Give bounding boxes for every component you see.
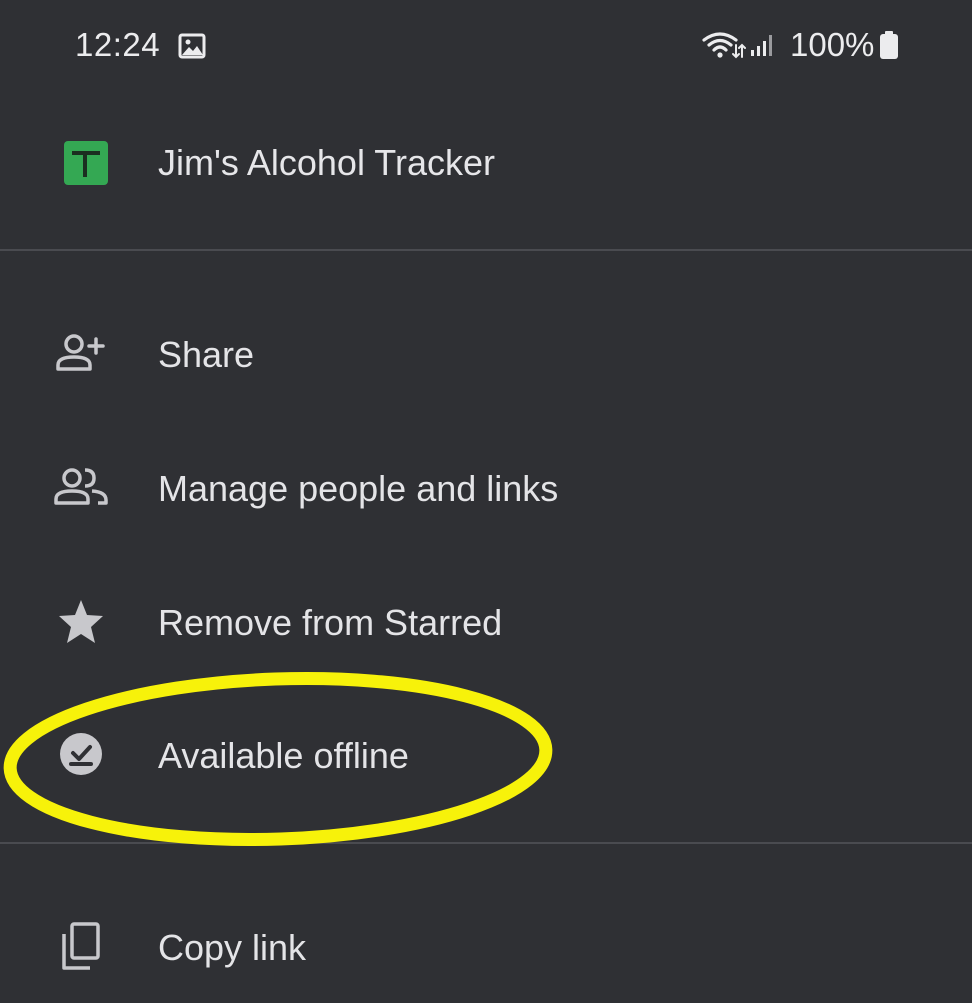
- menu-item-share[interactable]: Share: [0, 304, 972, 404]
- battery-icon: [880, 31, 898, 59]
- divider: [0, 842, 972, 844]
- offline-check-icon: [60, 733, 102, 775]
- people-icon: [54, 468, 108, 505]
- file-header: Jim's Alcohol Tracker: [0, 120, 972, 208]
- copy-icon: [62, 922, 100, 970]
- star-icon: [59, 600, 103, 643]
- wifi-icon: [702, 32, 746, 59]
- menu-item-available-offline[interactable]: Available offline: [0, 705, 972, 805]
- menu-item-label: Available offline: [158, 735, 409, 776]
- menu-item-label: Share: [158, 334, 255, 375]
- google-sheets-icon: [64, 141, 108, 185]
- menu-item-label: Remove from Starred: [158, 602, 503, 643]
- file-title: Jim's Alcohol Tracker: [158, 142, 495, 183]
- signal-strength-icon: [751, 35, 772, 56]
- status-time: 12:24: [75, 26, 161, 63]
- menu-item-label: Manage people and links: [158, 468, 559, 509]
- person-add-icon: [56, 334, 105, 371]
- menu-item-manage-people[interactable]: Manage people and links: [0, 438, 972, 538]
- menu-item-remove-starred[interactable]: Remove from Starred: [0, 572, 972, 672]
- menu-item-label: Copy link: [158, 927, 307, 968]
- battery-percentage: 100%: [790, 26, 875, 63]
- gallery-notification-icon: [178, 33, 206, 59]
- menu-item-copy-link[interactable]: Copy link: [0, 897, 972, 997]
- divider: [0, 249, 972, 251]
- status-bar: 12:24 100%: [0, 0, 972, 92]
